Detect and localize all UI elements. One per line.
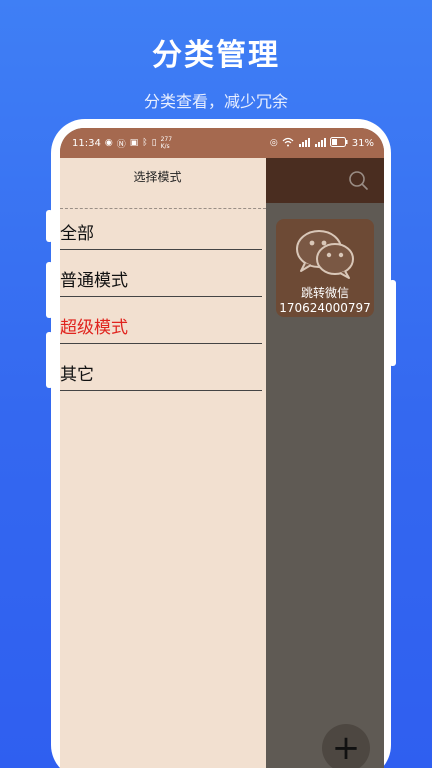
eye-icon: ◉ xyxy=(104,138,113,148)
drawer-item-other[interactable]: 其它 xyxy=(60,349,262,391)
drawer-item-super-mode[interactable]: 超级模式 xyxy=(60,302,262,344)
net-speed-value: 277 xyxy=(160,136,173,143)
search-icon[interactable] xyxy=(348,170,370,192)
add-button[interactable]: + xyxy=(322,724,370,768)
phone-side-button xyxy=(46,332,53,388)
wechat-number: 170624000797 xyxy=(279,301,371,315)
mode-drawer: 选择模式 全部 普通模式 超级模式 其它 xyxy=(60,158,266,768)
hotspot-icon: ◎ xyxy=(269,138,278,148)
status-time: 11:34 xyxy=(72,137,101,149)
battery-percent: 31% xyxy=(351,137,374,149)
phone-side-button xyxy=(46,210,53,242)
wechat-icon xyxy=(296,230,354,279)
wechat-card[interactable]: 跳转微信 170624000797 xyxy=(276,219,374,317)
phone-side-button xyxy=(389,280,396,366)
wechat-label: 跳转微信 xyxy=(300,286,349,300)
nfc-icon: Ⓝ xyxy=(116,139,126,150)
drawer-item-normal-mode[interactable]: 普通模式 xyxy=(60,255,262,297)
net-speed: 277 K/s xyxy=(161,136,172,150)
bluetooth-icon: ᛒ xyxy=(142,138,148,148)
signal-5g-icon xyxy=(298,137,310,150)
promo-subtitle: 分类查看，减少冗余 xyxy=(143,92,288,111)
net-speed-unit: K/s xyxy=(160,143,170,150)
wifi-icon xyxy=(282,137,294,150)
app-icon: ▣ xyxy=(129,138,139,148)
phone-screen: 11:34 ◉ Ⓝ ▣ ᛒ ▯ 277 K/s ◎ 31% 跳转微信 17062… xyxy=(60,128,384,768)
drawer-item-all[interactable]: 全部 xyxy=(60,208,262,250)
status-bar: 11:34 ◉ Ⓝ ▣ ᛒ ▯ 277 K/s ◎ 31% xyxy=(60,128,384,158)
battery-icon xyxy=(329,136,348,150)
vibrate-icon: ▯ xyxy=(151,138,157,148)
phone-side-button xyxy=(46,262,53,318)
signal-4g-icon xyxy=(314,137,326,150)
content-area: 跳转微信 170624000797 xyxy=(266,203,384,768)
app-bar xyxy=(266,158,384,203)
drawer-title: 选择模式 xyxy=(133,170,182,184)
promo-title: 分类管理 xyxy=(152,38,280,73)
